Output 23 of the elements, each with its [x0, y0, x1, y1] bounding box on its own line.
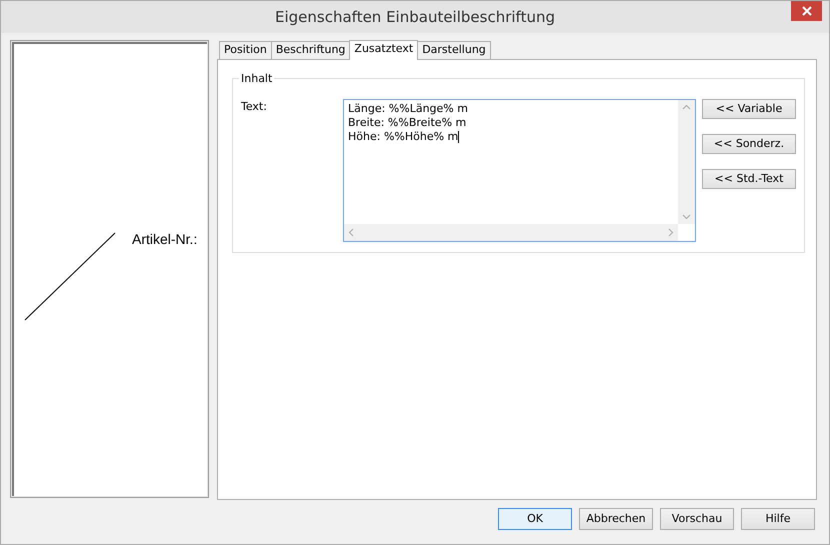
scroll-down-icon[interactable]: [682, 214, 691, 220]
window-title: Eigenschaften Einbauteilbeschriftung: [275, 6, 555, 28]
insert-button[interactable]: << Variable: [702, 99, 796, 119]
tab[interactable]: Position: [219, 41, 272, 59]
dialog-button[interactable]: Hilfe: [741, 508, 815, 530]
text-line: Länge: %%Länge% m: [348, 102, 468, 116]
tab[interactable]: Darstellung: [417, 41, 491, 59]
close-icon: [802, 6, 812, 16]
preview-label: Artikel-Nr.:: [132, 231, 198, 247]
dialog-button[interactable]: OK: [498, 508, 572, 530]
scroll-left-icon[interactable]: [348, 228, 354, 237]
insert-button[interactable]: << Std.-Text: [702, 169, 796, 189]
tab[interactable]: Zusatztext: [349, 40, 418, 60]
scroll-right-icon[interactable]: [668, 228, 674, 237]
dialog-button[interactable]: Abbrechen: [579, 508, 653, 530]
close-button[interactable]: [791, 1, 822, 21]
text-area[interactable]: Länge: %%Länge% m Breite: %%Breite% m Höhe: %%Höhe% m: [343, 99, 696, 242]
text-line: Breite: %%Breite% m: [348, 116, 466, 130]
insert-button[interactable]: << Sonderz.: [702, 134, 796, 154]
text-line: Höhe: %%Höhe% m: [348, 130, 460, 144]
scroll-up-icon[interactable]: [682, 104, 691, 110]
dialog-button[interactable]: Vorschau: [660, 508, 734, 530]
field-label: Text:: [241, 99, 268, 115]
